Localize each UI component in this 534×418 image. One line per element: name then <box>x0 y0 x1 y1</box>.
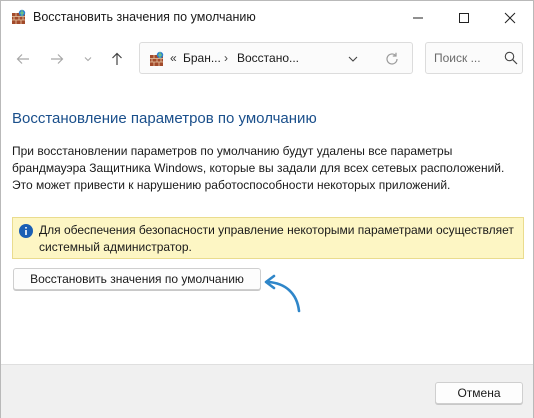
address-dropdown-button[interactable] <box>346 52 360 66</box>
dialog-window: Восстановить значения по умолчанию « Бра… <box>0 0 534 418</box>
refresh-icon <box>386 52 398 65</box>
navigation-bar: « Бран... › Восстано... Поиск ... <box>1 39 533 79</box>
breadcrumb-item[interactable]: Бран... <box>183 51 221 65</box>
window-title: Восстановить значения по умолчанию <box>33 10 256 24</box>
dialog-footer: Отмена <box>1 364 533 418</box>
restore-defaults-button[interactable]: Восстановить значения по умолчанию <box>13 268 261 290</box>
close-button[interactable] <box>487 1 533 35</box>
curved-arrow-icon <box>264 274 301 313</box>
up-button[interactable] <box>107 49 127 69</box>
search-icon[interactable] <box>504 51 518 65</box>
firewall-icon <box>11 9 27 25</box>
back-button[interactable] <box>13 49 33 69</box>
recent-locations-button[interactable] <box>81 49 95 69</box>
arrow-left-icon <box>16 54 29 64</box>
description-text: При восстановлении параметров по умолчан… <box>12 144 505 192</box>
minimize-button[interactable] <box>395 1 441 35</box>
firewall-icon <box>149 51 165 67</box>
maximize-icon <box>459 13 469 23</box>
info-banner: Для обеспечения безопасности управление … <box>12 217 524 259</box>
chevron-down-icon <box>348 56 358 62</box>
cancel-button[interactable]: Отмена <box>435 382 523 404</box>
close-icon <box>504 12 516 24</box>
search-input[interactable]: Поиск ... <box>425 42 523 74</box>
breadcrumb-overflow[interactable]: « <box>170 51 177 65</box>
maximize-button[interactable] <box>441 1 487 35</box>
breadcrumb-separator-icon[interactable]: › <box>224 51 228 65</box>
chevron-down-icon <box>84 57 92 62</box>
info-message: Для обеспечения безопасности управление … <box>39 223 514 254</box>
search-placeholder: Поиск ... <box>434 51 481 65</box>
arrow-up-icon <box>112 52 122 65</box>
address-bar[interactable]: « Бран... › Восстано... <box>139 42 413 74</box>
info-icon <box>19 224 33 238</box>
forward-button[interactable] <box>47 49 67 69</box>
breadcrumb-item[interactable]: Восстано... <box>237 51 299 65</box>
refresh-button[interactable] <box>384 51 400 67</box>
title-bar: Восстановить значения по умолчанию <box>1 1 533 35</box>
minimize-icon <box>413 17 423 19</box>
arrow-right-icon <box>51 54 64 64</box>
page-title: Восстановление параметров по умолчанию <box>12 110 317 127</box>
